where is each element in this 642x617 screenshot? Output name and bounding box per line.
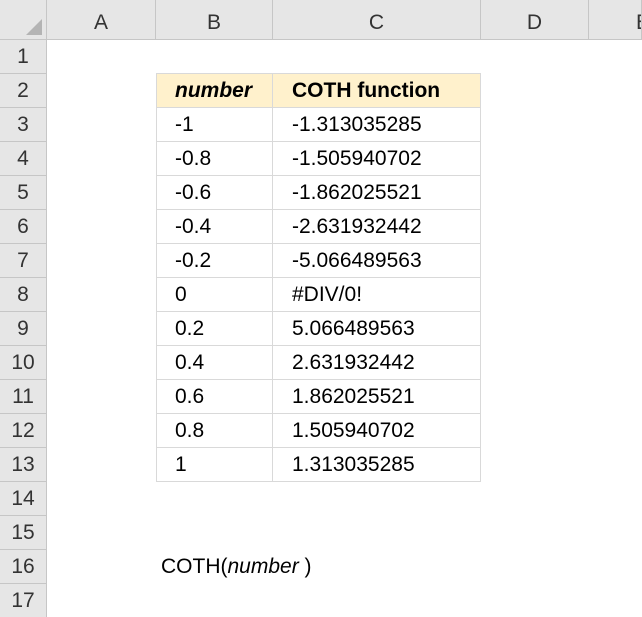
row-header-15[interactable]: 15 [0,516,47,550]
coth-result-cell[interactable]: 1.313035285 [273,448,481,482]
row-header-8[interactable]: 8 [0,278,47,312]
coth-result-cell[interactable]: #DIV/0! [273,278,481,312]
coth-result-cell[interactable]: -1.505940702 [273,142,481,176]
row-header-6[interactable]: 6 [0,210,47,244]
coth-result-cell[interactable]: -5.066489563 [273,244,481,278]
syntax-argument: number [227,555,299,578]
row-header-17[interactable]: 17 [0,584,47,617]
number-cell[interactable]: 0.2 [156,312,273,346]
column-header-c[interactable]: C [273,0,481,40]
number-cell[interactable]: -0.2 [156,244,273,278]
coth-result-cell[interactable]: 1.505940702 [273,414,481,448]
number-cell[interactable]: -1 [156,108,273,142]
column-header-e[interactable]: E [589,0,642,40]
row-header-11[interactable]: 11 [0,380,47,414]
row-header-14[interactable]: 14 [0,482,47,516]
row-header-16[interactable]: 16 [0,550,47,584]
column-header-a[interactable]: A [47,0,156,40]
coth-result-cell[interactable]: -1.313035285 [273,108,481,142]
column-header-b[interactable]: B [156,0,273,40]
spreadsheet: A B C D E 1 2 3 4 5 6 7 8 9 10 11 12 13 … [0,0,642,617]
syntax-close-paren: ) [298,555,312,578]
row-header-7[interactable]: 7 [0,244,47,278]
select-all-triangle-icon [26,19,42,35]
column-header-d[interactable]: D [481,0,589,40]
header-cell-coth-function[interactable]: COTH function [273,74,481,108]
header-cell-number[interactable]: number [156,74,273,108]
coth-result-cell[interactable]: 2.631932442 [273,346,481,380]
number-cell[interactable]: -0.6 [156,176,273,210]
coth-result-cell[interactable]: -2.631932442 [273,210,481,244]
row-header-3[interactable]: 3 [0,108,47,142]
number-cell[interactable]: 0.4 [156,346,273,380]
syntax-text[interactable]: COTH(number ) [161,550,312,584]
coth-result-cell[interactable]: -1.862025521 [273,176,481,210]
row-header-2[interactable]: 2 [0,74,47,108]
number-cell[interactable]: -0.8 [156,142,273,176]
row-header-10[interactable]: 10 [0,346,47,380]
row-header-4[interactable]: 4 [0,142,47,176]
coth-result-cell[interactable]: 5.066489563 [273,312,481,346]
syntax-function-name: COTH( [161,555,228,578]
number-cell[interactable]: 0 [156,278,273,312]
row-header-9[interactable]: 9 [0,312,47,346]
row-header-13[interactable]: 13 [0,448,47,482]
number-cell[interactable]: 1 [156,448,273,482]
row-header-1[interactable]: 1 [0,40,47,74]
coth-result-cell[interactable]: 1.862025521 [273,380,481,414]
select-all-corner[interactable] [0,0,47,40]
number-cell[interactable]: -0.4 [156,210,273,244]
number-cell[interactable]: 0.6 [156,380,273,414]
row-header-12[interactable]: 12 [0,414,47,448]
number-cell[interactable]: 0.8 [156,414,273,448]
row-header-5[interactable]: 5 [0,176,47,210]
